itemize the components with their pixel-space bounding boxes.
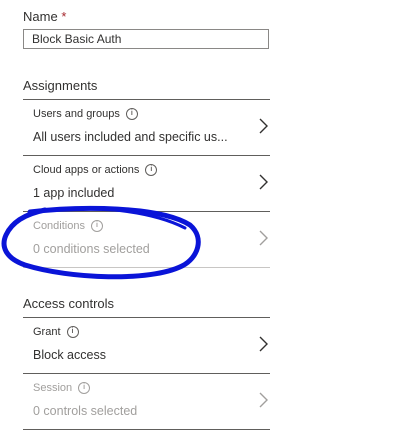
cloud-apps-label: Cloud apps or actions — [33, 164, 140, 176]
policy-name-input[interactable] — [23, 29, 269, 49]
chevron-right-icon — [259, 230, 268, 246]
divider — [23, 429, 270, 430]
info-icon[interactable]: i — [90, 220, 103, 232]
chevron-right-icon — [259, 336, 268, 352]
session-value: 0 controls selected — [33, 404, 138, 418]
divider — [23, 267, 270, 268]
session-label: Session — [33, 382, 73, 394]
policy-panel: Name * Assignments Users and groups i All… — [0, 0, 400, 445]
grant-label: Grant — [33, 326, 61, 338]
grant-row[interactable]: Grant i Block access — [23, 317, 270, 373]
users-and-groups-row[interactable]: Users and groups i All users included and… — [23, 99, 270, 155]
users-and-groups-value: All users included and specific us... — [33, 130, 228, 144]
info-icon[interactable]: i — [66, 326, 79, 338]
conditions-row[interactable]: Conditions i 0 conditions selected — [23, 211, 270, 267]
conditions-label: Conditions — [33, 220, 85, 232]
chevron-right-icon — [259, 118, 268, 134]
session-row[interactable]: Session i 0 controls selected — [23, 373, 270, 429]
access-controls-title: Access controls — [23, 296, 115, 311]
chevron-right-icon — [259, 392, 268, 408]
info-icon[interactable]: i — [125, 108, 138, 120]
chevron-right-icon — [259, 174, 268, 190]
required-marker: * — [61, 9, 67, 24]
users-and-groups-label: Users and groups — [33, 108, 120, 120]
cloud-apps-row[interactable]: Cloud apps or actions i 1 app included — [23, 155, 270, 211]
info-icon[interactable]: i — [78, 382, 91, 394]
grant-value: Block access — [33, 348, 106, 362]
name-label: Name * — [23, 9, 67, 24]
cloud-apps-value: 1 app included — [33, 186, 115, 200]
conditions-value: 0 conditions selected — [33, 242, 150, 256]
info-icon[interactable]: i — [145, 164, 158, 176]
assignments-title: Assignments — [23, 78, 98, 93]
